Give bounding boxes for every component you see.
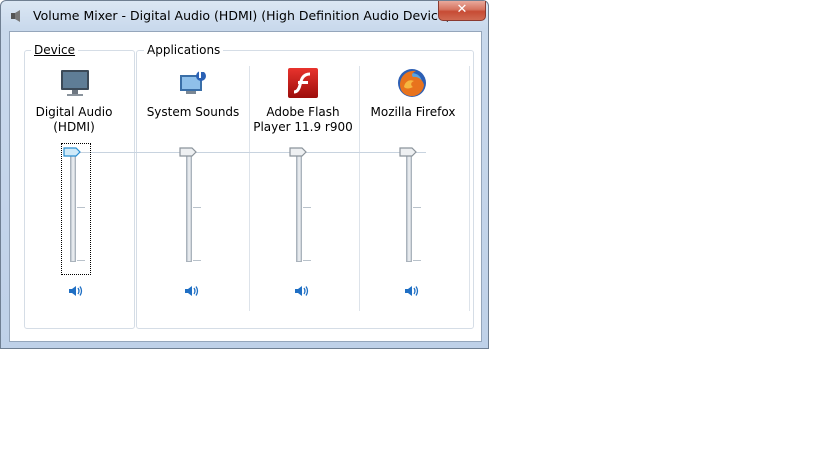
column-separator	[469, 66, 470, 311]
system-sounds-icon	[180, 70, 206, 94]
firefox-mute-speaker-icon[interactable]	[404, 284, 420, 298]
slider-tick	[77, 207, 85, 208]
app-label-flash-line2: Player 11.9 r900	[253, 120, 353, 134]
system-sounds-volume-slider-thumb[interactable]	[179, 147, 197, 157]
flash-icon	[288, 68, 318, 98]
title-bar[interactable]: Volume Mixer - Digital Audio (HDMI) (Hig…	[1, 1, 488, 31]
device-name-line2: (HDMI)	[53, 120, 95, 134]
device-group-label: Device	[31, 43, 79, 57]
device-mute-speaker-icon[interactable]	[68, 284, 84, 298]
flash-volume-track[interactable]	[296, 152, 302, 262]
slider-tick	[193, 260, 201, 261]
slider-tick	[303, 207, 311, 208]
firefox-icon	[398, 69, 426, 97]
close-icon: ✕	[456, 2, 468, 17]
app-label-flash-line1: Adobe Flash	[266, 105, 340, 119]
slider-tick	[303, 260, 311, 261]
slider-tick	[193, 207, 201, 208]
speaker-title-icon	[11, 10, 20, 22]
slider-tick	[77, 260, 85, 261]
app-label-system-sounds: System Sounds	[146, 105, 240, 119]
close-button[interactable]: ✕	[438, 1, 486, 21]
slider-tick	[413, 207, 421, 208]
window-title: Volume Mixer - Digital Audio (HDMI) (Hig…	[33, 8, 451, 23]
firefox-volume-track[interactable]	[406, 152, 412, 262]
device-slider-focus	[61, 143, 91, 275]
applications-group-label: Applications	[144, 43, 224, 57]
device-volume-track[interactable]	[70, 152, 76, 262]
system-sounds-volume-track[interactable]	[186, 152, 192, 262]
system-sounds-mute-speaker-icon[interactable]	[184, 284, 200, 298]
firefox-volume-slider-thumb[interactable]	[399, 147, 417, 157]
app-label-firefox: Mozilla Firefox	[370, 105, 456, 119]
column-separator	[249, 66, 250, 311]
flash-mute-speaker-icon[interactable]	[294, 284, 310, 298]
volume-mixer-window: Volume Mixer - Digital Audio (HDMI) (Hig…	[0, 0, 489, 349]
monitor-icon	[61, 70, 89, 96]
volume-level-line	[72, 152, 426, 153]
flash-volume-slider-thumb[interactable]	[289, 147, 307, 157]
column-separator	[359, 66, 360, 311]
device-name-line1: Digital Audio	[35, 105, 113, 119]
slider-tick	[413, 260, 421, 261]
mixer-client-area: Device Applications Digital Audio (HDMI)	[9, 31, 482, 342]
device-volume-slider-thumb[interactable]	[63, 147, 81, 157]
